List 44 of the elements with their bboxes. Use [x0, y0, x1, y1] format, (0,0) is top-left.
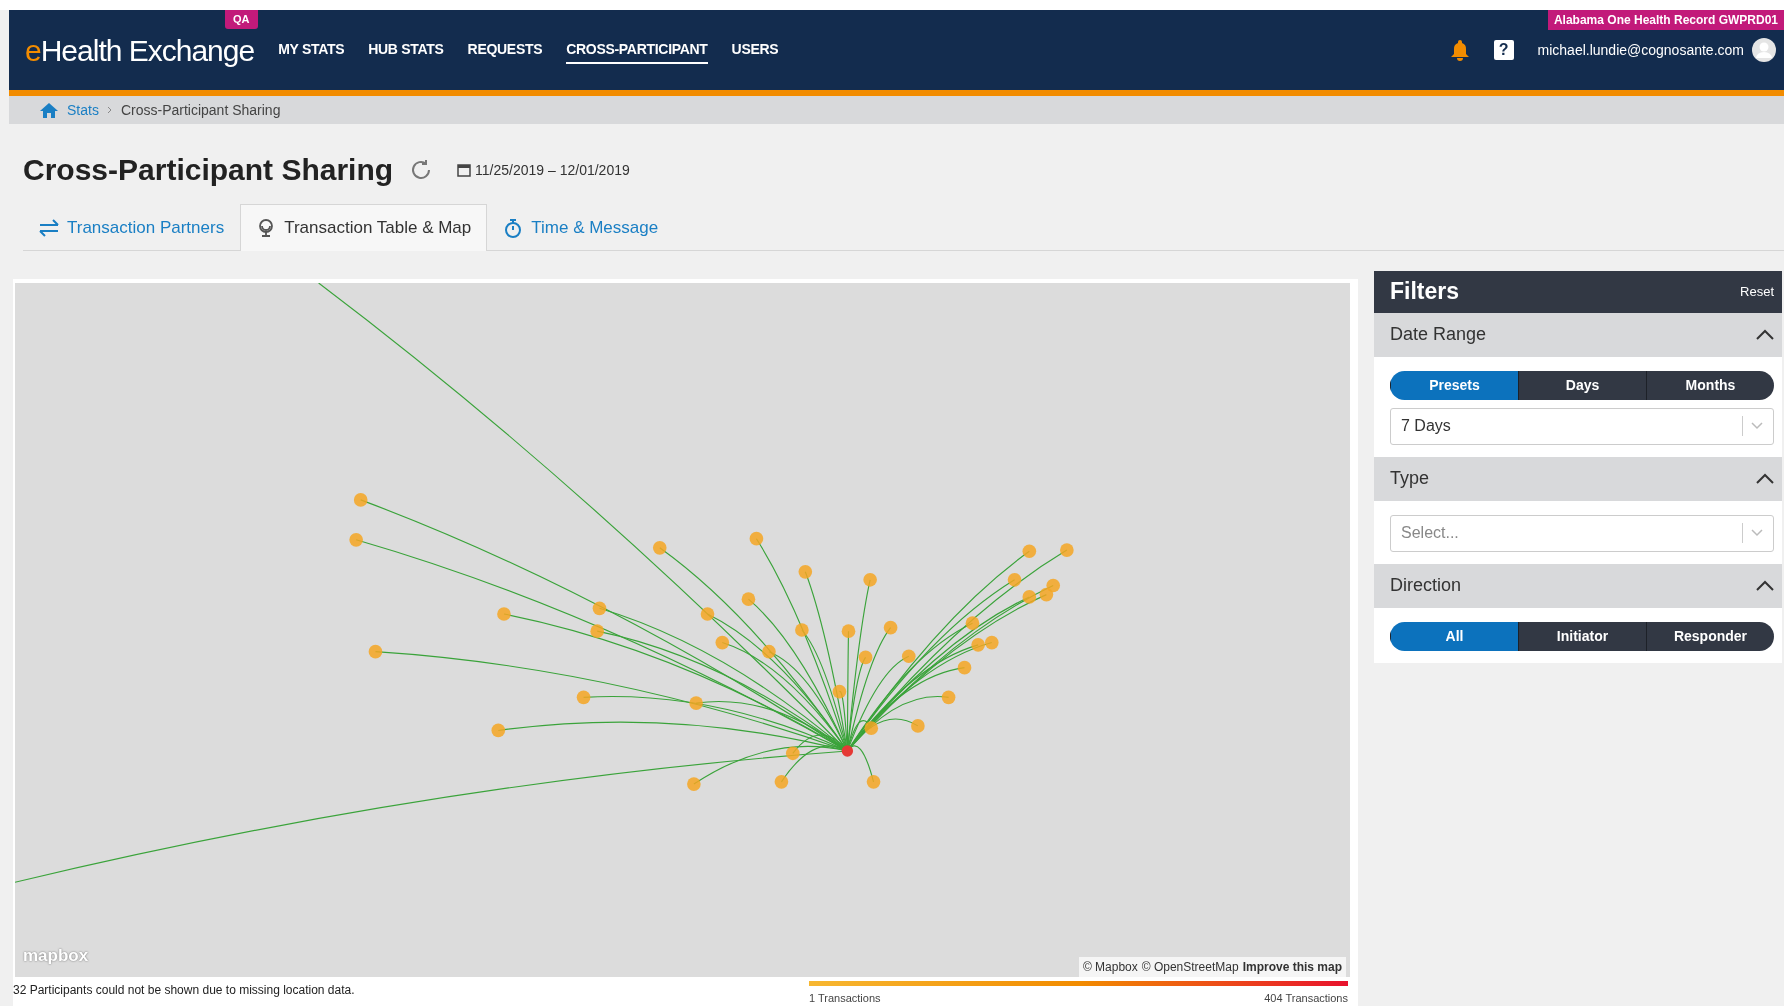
- date-range: 11/25/2019 – 12/01/2019: [475, 160, 630, 180]
- nav-link[interactable]: HUB STATS: [368, 36, 444, 64]
- help-button[interactable]: ?: [1493, 40, 1514, 60]
- home-icon[interactable]: [39, 101, 59, 119]
- attribution-link[interactable]: © OpenStreetMap: [1141, 957, 1239, 976]
- stopwatch-icon: [503, 217, 524, 238]
- arrows-icon: [39, 217, 59, 238]
- user-email[interactable]: michael.lundie@cognosante.com: [1537, 39, 1744, 61]
- tab[interactable]: Transaction Table & Map: [240, 204, 488, 251]
- segment-button[interactable]: Months: [1646, 370, 1774, 400]
- organization-badge: Alabama One Health Record GWPRD01: [1547, 10, 1784, 30]
- segment-button[interactable]: Responder: [1646, 621, 1774, 651]
- attribution-link[interactable]: © Mapbox: [1082, 957, 1138, 976]
- page-title: Cross-Participant Sharing: [23, 152, 394, 188]
- nav-link[interactable]: USERS: [731, 36, 779, 64]
- missing-location-note: 32 Participants could not be shown due to missing location data.: [13, 981, 356, 999]
- segment-button[interactable]: Days: [1518, 370, 1646, 400]
- app-logo[interactable]: eHealth Exchange: [25, 27, 255, 73]
- reset-button[interactable]: Reset: [1740, 281, 1774, 302]
- improve-map-link[interactable]: Improve this map: [1242, 957, 1342, 976]
- environment-badge: QA: [225, 10, 258, 29]
- tab[interactable]: Time & Message: [487, 204, 675, 251]
- nav-link[interactable]: CROSS-PARTICIPANT: [566, 36, 708, 64]
- segment-button[interactable]: Initiator: [1518, 621, 1646, 651]
- nav-link[interactable]: MY STATS: [278, 36, 345, 64]
- avatar-icon[interactable]: [1752, 38, 1776, 62]
- bell-icon[interactable]: [1449, 39, 1470, 61]
- tab[interactable]: Transaction Partners: [23, 204, 241, 251]
- dropdown-caret-icon: [1751, 422, 1763, 430]
- breadcrumb-current: Cross-Participant Sharing: [120, 100, 281, 120]
- calendar-icon: [457, 163, 472, 177]
- segment-button[interactable]: All: [1390, 621, 1518, 651]
- section-header[interactable]: Type: [1374, 456, 1782, 501]
- select-field[interactable]: 7 Days: [1390, 407, 1774, 445]
- dropdown-caret-icon: [1751, 529, 1763, 537]
- section-header[interactable]: Direction: [1374, 563, 1782, 608]
- section-header[interactable]: Date Range: [1374, 312, 1782, 357]
- nav-link[interactable]: REQUESTS: [467, 36, 543, 64]
- legend-max-label: 404 Transactions: [1264, 990, 1348, 1006]
- legend-min-label: 1 Transactions: [809, 990, 881, 1006]
- select-field[interactable]: Select...: [1390, 514, 1774, 552]
- chevron-icon: [106, 106, 113, 114]
- segment-button[interactable]: Presets: [1390, 370, 1518, 400]
- filters-title: Filters: [1390, 277, 1460, 307]
